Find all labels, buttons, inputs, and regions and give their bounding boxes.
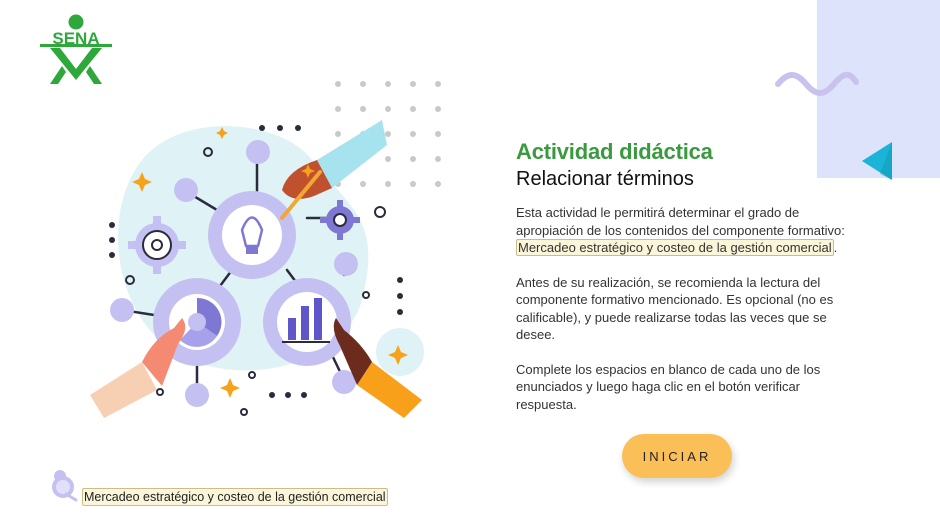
course-badge-icon	[52, 470, 78, 502]
logo-wordmark: SENA	[52, 29, 99, 48]
activity-subtitle: Relacionar términos	[516, 168, 694, 190]
intro-paragraph-1: Esta actividad le permitirá determinar e…	[516, 204, 856, 257]
course-highlight: Mercadeo estratégico y costeo de la gest…	[516, 239, 834, 256]
intro-text-after: .	[833, 240, 838, 255]
intro-paragraph-3: Complete los espacios en blanco de cada …	[516, 361, 821, 412]
start-button[interactable]: INICIAR	[622, 434, 732, 478]
intro-paragraph-2: Antes de su realización, se recomienda l…	[516, 274, 834, 343]
back-arrow-icon[interactable]	[858, 140, 896, 182]
teamwork-illustration	[90, 120, 424, 418]
intro-text-before: Esta actividad le permitirá determinar e…	[516, 205, 845, 238]
sena-logo: SENA	[40, 14, 112, 84]
activity-title: Actividad didáctica	[516, 139, 713, 164]
activity-intro: Actividad didáctica Relacionar términos …	[516, 138, 856, 413]
course-name-label: Mercadeo estratégico y costeo de la gest…	[82, 488, 388, 506]
squiggle-icon	[775, 71, 859, 96]
